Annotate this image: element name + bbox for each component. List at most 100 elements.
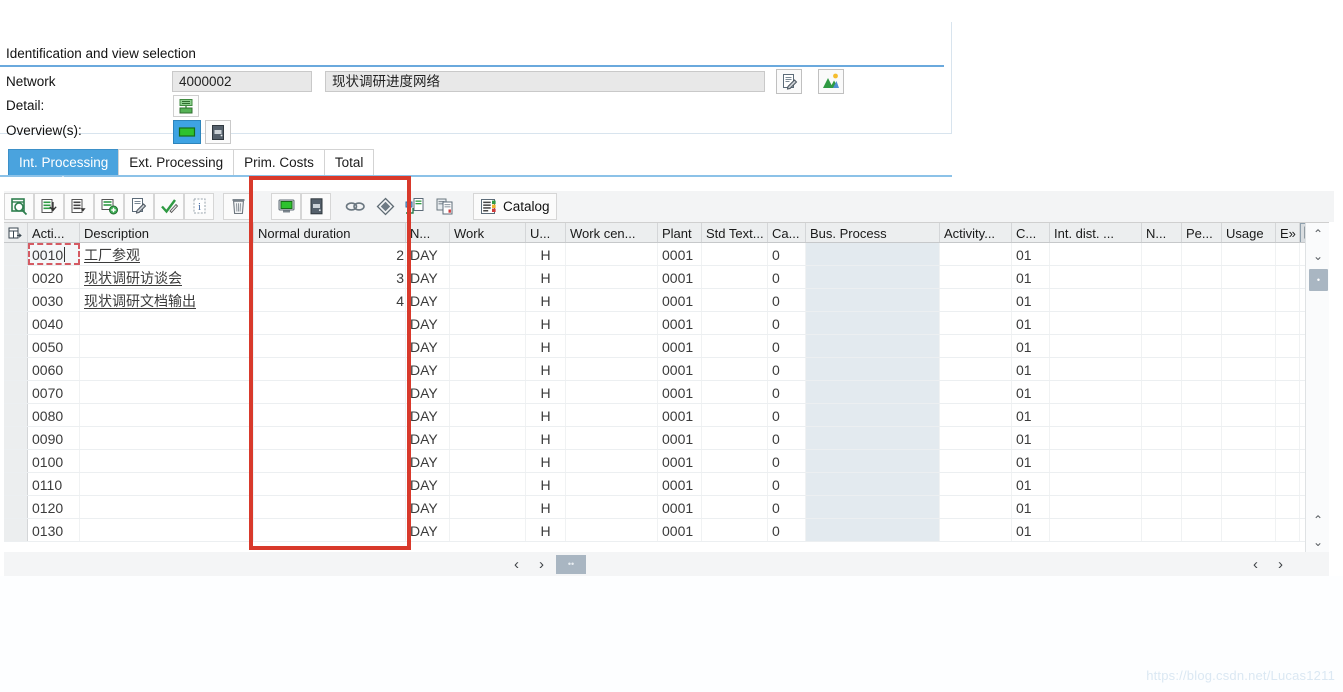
cell-actv[interactable]	[940, 335, 1012, 357]
header-ex[interactable]: E»	[1276, 223, 1300, 242]
cell-wc[interactable]	[566, 243, 658, 265]
link-icon[interactable]	[340, 193, 370, 220]
cell-desc[interactable]	[80, 450, 254, 472]
cell-plant[interactable]: 0001	[658, 427, 702, 449]
cell-dur[interactable]	[254, 473, 406, 495]
cell-desc[interactable]: 现状调研访谈会	[80, 266, 254, 288]
cell-wc[interactable]	[566, 358, 658, 380]
table-row[interactable]: 0080 DAY H 0001 0 01	[4, 404, 1329, 427]
cell-ca[interactable]: 0	[768, 427, 806, 449]
cell-act[interactable]: 0130	[28, 519, 80, 541]
cell-c[interactable]: 01	[1012, 450, 1050, 472]
display-screen-icon[interactable]	[271, 193, 301, 220]
cell-n2[interactable]	[1142, 312, 1182, 334]
cell-bp[interactable]	[806, 473, 940, 495]
cell-plant[interactable]: 0001	[658, 358, 702, 380]
cell-u[interactable]: H	[526, 519, 566, 541]
header-work[interactable]: Work	[450, 223, 526, 242]
scroll-thumb[interactable]: •	[1309, 269, 1328, 291]
cell-desc[interactable]	[80, 381, 254, 403]
header-description[interactable]: Description	[80, 223, 254, 242]
cell-ca[interactable]: 0	[768, 381, 806, 403]
cell-desc[interactable]: 工厂参观	[80, 243, 254, 265]
cell-n[interactable]: DAY	[406, 450, 450, 472]
cell-std[interactable]	[702, 358, 768, 380]
cell-ca[interactable]: 0	[768, 335, 806, 357]
cell-n2[interactable]	[1142, 243, 1182, 265]
cell-n[interactable]: DAY	[406, 243, 450, 265]
cell-intd[interactable]	[1050, 450, 1142, 472]
cell-intd[interactable]	[1050, 404, 1142, 426]
cell-dur[interactable]	[254, 312, 406, 334]
overview-table-icon[interactable]	[173, 120, 201, 144]
cell-u[interactable]: H	[526, 312, 566, 334]
cell-n[interactable]: DAY	[406, 519, 450, 541]
cell-ca[interactable]: 0	[768, 243, 806, 265]
cell-mark[interactable]	[4, 496, 28, 518]
table-row[interactable]: 0010 工厂参观 2 DAY H 0001 0 01	[4, 243, 1329, 266]
cell-mark[interactable]	[4, 450, 28, 472]
header-plant[interactable]: Plant	[658, 223, 702, 242]
cell-c[interactable]: 01	[1012, 496, 1050, 518]
cell-std[interactable]	[702, 335, 768, 357]
table-row[interactable]: 0090 DAY H 0001 0 01	[4, 427, 1329, 450]
cell-actv[interactable]	[940, 519, 1012, 541]
cell-actv[interactable]	[940, 427, 1012, 449]
cell-n[interactable]: DAY	[406, 289, 450, 311]
table-row[interactable]: 0040 DAY H 0001 0 01	[4, 312, 1329, 335]
cell-dur[interactable]	[254, 496, 406, 518]
header-n[interactable]: N...	[406, 223, 450, 242]
cell-pe[interactable]	[1182, 381, 1222, 403]
cell-work[interactable]	[450, 519, 526, 541]
cell-dur[interactable]	[254, 427, 406, 449]
assign-icon[interactable]	[400, 193, 430, 220]
cell-n[interactable]: DAY	[406, 473, 450, 495]
cell-u[interactable]: H	[526, 289, 566, 311]
cell-std[interactable]	[702, 473, 768, 495]
cell-n[interactable]: DAY	[406, 358, 450, 380]
cell-n[interactable]: DAY	[406, 496, 450, 518]
cell-dur[interactable]	[254, 358, 406, 380]
info-icon[interactable]: i	[184, 193, 214, 220]
cell-act[interactable]: 0050	[28, 335, 80, 357]
cell-bp[interactable]	[806, 427, 940, 449]
cell-pe[interactable]	[1182, 358, 1222, 380]
cell-wc[interactable]	[566, 473, 658, 495]
cell-intd[interactable]	[1050, 266, 1142, 288]
cell-intd[interactable]	[1050, 335, 1142, 357]
cell-usage[interactable]	[1222, 381, 1276, 403]
cell-pe[interactable]	[1182, 312, 1222, 334]
cell-n2[interactable]	[1142, 381, 1182, 403]
cell-ex[interactable]	[1276, 243, 1300, 265]
cell-n[interactable]: DAY	[406, 335, 450, 357]
check-icon[interactable]	[154, 193, 184, 220]
document-edit-icon[interactable]	[776, 69, 802, 94]
cell-wc[interactable]	[566, 496, 658, 518]
overview-component-icon[interactable]	[205, 120, 231, 144]
nav-prev-button[interactable]: ‹	[504, 553, 529, 575]
cell-bp[interactable]	[806, 289, 940, 311]
cell-wc[interactable]	[566, 381, 658, 403]
cell-ca[interactable]: 0	[768, 450, 806, 472]
cell-plant[interactable]: 0001	[658, 381, 702, 403]
cell-ex[interactable]	[1276, 381, 1300, 403]
table-row[interactable]: 0110 DAY H 0001 0 01	[4, 473, 1329, 496]
cell-actv[interactable]	[940, 473, 1012, 495]
cell-work[interactable]	[450, 312, 526, 334]
cell-ex[interactable]	[1276, 404, 1300, 426]
header-work-center[interactable]: Work cen...	[566, 223, 658, 242]
cell-std[interactable]	[702, 427, 768, 449]
cell-mark[interactable]	[4, 358, 28, 380]
cell-plant[interactable]: 0001	[658, 266, 702, 288]
cell-wc[interactable]	[566, 266, 658, 288]
cell-desc[interactable]	[80, 358, 254, 380]
cell-u[interactable]: H	[526, 358, 566, 380]
cell-actv[interactable]	[940, 381, 1012, 403]
cell-desc[interactable]: 现状调研文档输出	[80, 289, 254, 311]
cell-c[interactable]: 01	[1012, 519, 1050, 541]
cell-n2[interactable]	[1142, 519, 1182, 541]
table-row[interactable]: 0020 现状调研访谈会 3 DAY H 0001 0 01	[4, 266, 1329, 289]
table-row[interactable]: 0100 DAY H 0001 0 01	[4, 450, 1329, 473]
nav-next-button[interactable]: ›	[529, 553, 554, 575]
cell-dur[interactable]: 4	[254, 289, 406, 311]
